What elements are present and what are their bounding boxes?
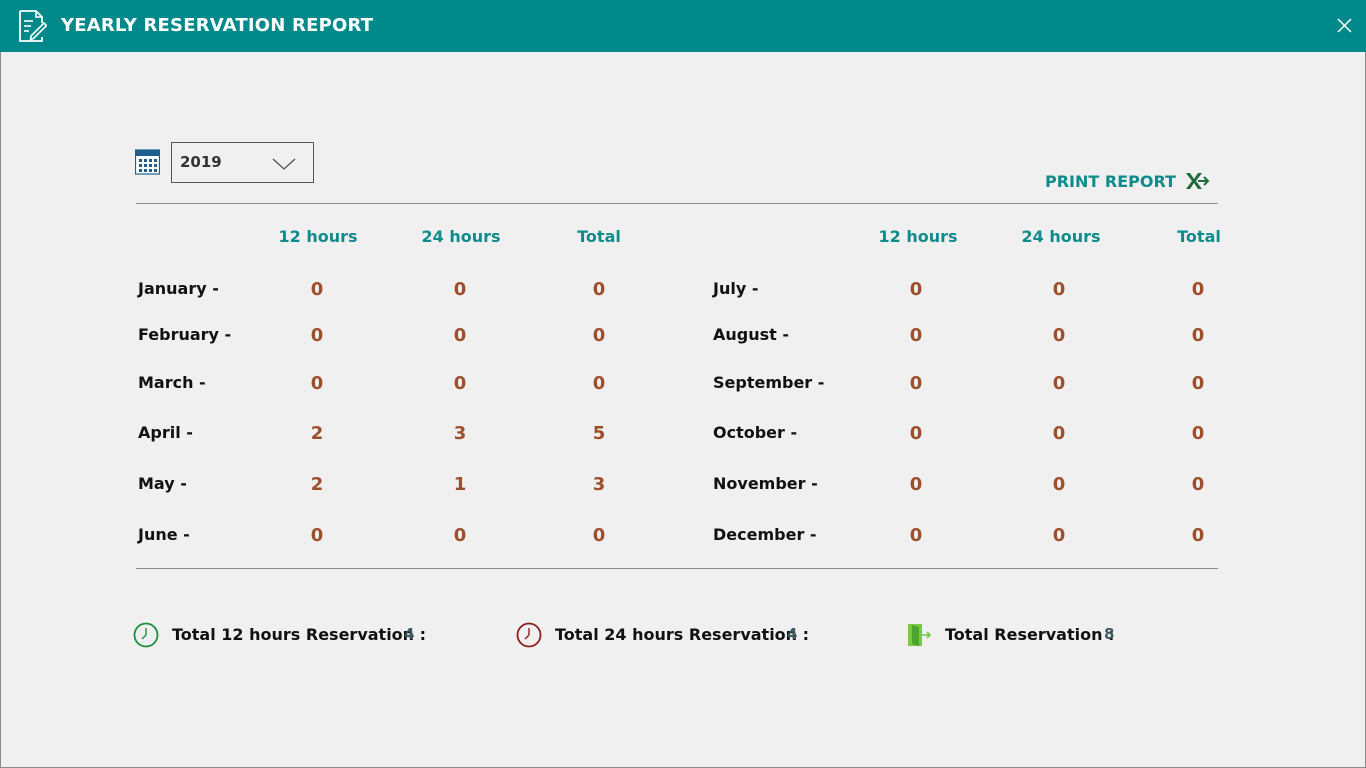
- value-12h: 0: [909, 325, 923, 346]
- value-total: 0: [1191, 279, 1205, 300]
- calendar-icon: [135, 149, 160, 175]
- value-total: 0: [592, 525, 606, 546]
- door-exit-icon: [908, 624, 932, 646]
- total-24h-value: 4: [787, 625, 798, 643]
- value-24h: 0: [1052, 279, 1066, 300]
- value-12h: 0: [909, 525, 923, 546]
- value-24h: 0: [1052, 373, 1066, 394]
- month-label: January -: [138, 279, 219, 298]
- header-left-24h: 24 hours: [421, 227, 501, 246]
- value-24h: 0: [453, 279, 467, 300]
- header-left-total: Total: [577, 227, 621, 246]
- value-total: 0: [1191, 525, 1205, 546]
- value-24h: 1: [453, 474, 467, 495]
- value-total: 0: [592, 279, 606, 300]
- close-icon[interactable]: [1330, 12, 1358, 40]
- value-total: 0: [592, 325, 606, 346]
- header-right-12h: 12 hours: [878, 227, 958, 246]
- value-total: 0: [1191, 423, 1205, 444]
- month-label: May -: [138, 474, 187, 493]
- header-right-total: Total: [1177, 227, 1221, 246]
- month-label: March -: [138, 373, 206, 392]
- green-clock-icon: [133, 622, 159, 648]
- month-label: August -: [713, 325, 789, 344]
- value-24h: 0: [453, 525, 467, 546]
- value-12h: 0: [909, 279, 923, 300]
- value-24h: 0: [453, 373, 467, 394]
- month-label: December -: [713, 525, 817, 544]
- value-total: 5: [592, 423, 606, 444]
- value-12h: 0: [909, 474, 923, 495]
- red-clock-icon: [516, 622, 542, 648]
- value-12h: 0: [310, 325, 324, 346]
- month-label: October -: [713, 423, 798, 442]
- total-reservation-value: 8: [1104, 625, 1115, 643]
- value-total: 0: [1191, 325, 1205, 346]
- value-24h: 3: [453, 423, 467, 444]
- year-value: 2019: [180, 153, 222, 171]
- month-label: April -: [138, 423, 193, 442]
- report-edit-icon: [19, 10, 47, 42]
- bottom-divider: [136, 568, 1218, 569]
- value-24h: 0: [1052, 423, 1066, 444]
- value-24h: 0: [1052, 325, 1066, 346]
- top-divider: [136, 203, 1218, 204]
- header-left-12h: 12 hours: [278, 227, 358, 246]
- year-dropdown[interactable]: 2019: [171, 142, 314, 183]
- total-24h-label: Total 24 hours Reservation :: [555, 625, 810, 644]
- value-24h: 0: [1052, 474, 1066, 495]
- total-12h-value: 4: [404, 625, 415, 643]
- value-total: 0: [592, 373, 606, 394]
- month-label: September -: [713, 373, 825, 392]
- month-label: July -: [713, 279, 759, 298]
- value-total: 0: [1191, 474, 1205, 495]
- header-right-24h: 24 hours: [1021, 227, 1101, 246]
- excel-export-icon[interactable]: [1184, 170, 1210, 192]
- value-12h: 0: [310, 279, 324, 300]
- value-12h: 2: [310, 474, 324, 495]
- month-label: June -: [138, 525, 190, 544]
- total-reservation-label: Total Reservation :: [945, 625, 1115, 644]
- value-12h: 0: [310, 373, 324, 394]
- month-label: February -: [138, 325, 232, 344]
- chevron-down-icon: [272, 158, 296, 170]
- window-title: YEARLY RESERVATION REPORT: [61, 15, 374, 36]
- print-report-button[interactable]: PRINT REPORT: [1045, 172, 1176, 191]
- value-12h: 0: [909, 423, 923, 444]
- value-12h: 0: [310, 525, 324, 546]
- value-12h: 2: [310, 423, 324, 444]
- value-12h: 0: [909, 373, 923, 394]
- total-12h-label: Total 12 hours Reservation :: [172, 625, 427, 644]
- value-24h: 0: [1052, 525, 1066, 546]
- value-total: 0: [1191, 373, 1205, 394]
- month-label: November -: [713, 474, 818, 493]
- value-total: 3: [592, 474, 606, 495]
- value-24h: 0: [453, 325, 467, 346]
- title-bar: YEARLY RESERVATION REPORT: [0, 0, 1366, 52]
